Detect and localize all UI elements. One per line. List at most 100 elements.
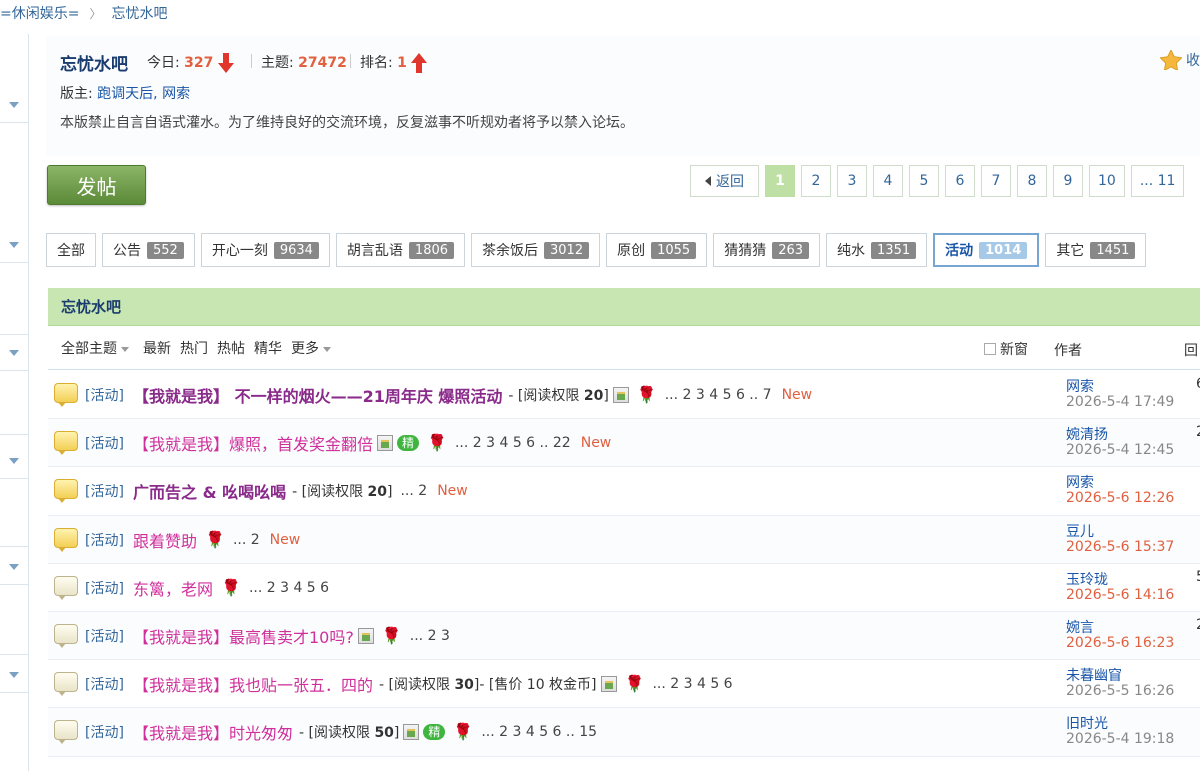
new-window-toggle[interactable]: 新窗 [984,339,1028,359]
thread-type-link[interactable]: [活动] [85,385,124,405]
folder-icon[interactable] [54,383,78,407]
filter-hot-posts[interactable]: 热帖 [217,338,245,358]
thread-type-link[interactable]: [活动] [85,626,124,646]
chevron-down-icon[interactable] [9,350,19,356]
thread-type-link[interactable]: [活动] [85,722,124,742]
thread-page-links[interactable]: ... 2 3 [410,628,450,644]
left-sidebar [0,34,29,771]
new-post-button[interactable]: 发帖 [47,165,146,205]
new-badge[interactable]: New [270,532,301,548]
thread-page-links[interactable]: ... 2 3 4 5 6 .. 15 [481,724,597,740]
thread-page-links[interactable]: ... 2 [233,532,260,548]
thread-page-links[interactable]: ... 2 3 4 5 6 [652,676,732,692]
page-link[interactable]: 7 [981,165,1011,197]
folder-icon[interactable] [54,527,78,552]
breadcrumb-parent[interactable]: =休闲娱乐= [0,3,79,23]
thread-date: 2026-5-5 16:26 [1066,683,1175,700]
thread-title-link[interactable]: 【我就是我】 不一样的烟火——21周年庆 爆照活动 [133,383,502,407]
chevron-down-icon[interactable] [9,672,19,678]
page-link[interactable]: 4 [873,165,903,197]
thread-page-links[interactable]: ... 2 [400,483,427,499]
checkbox[interactable] [984,343,996,355]
folder-icon[interactable] [54,672,78,697]
thread-date: 2026-5-6 15:37 [1066,538,1175,555]
thread-meta: - [阅读权限 30]- [售价 10 枚金币] [379,674,597,694]
category-count-badge: 9634 [273,241,319,259]
page-link[interactable]: 5 [909,165,939,197]
folder-icon[interactable] [54,479,78,504]
favorite-button[interactable]: 收 [1160,50,1200,70]
chevron-down-icon[interactable] [9,242,19,248]
filter-hot[interactable]: 热门 [180,338,208,358]
thread-title-link[interactable]: 【我就是我】最高售卖才10吗? [133,624,354,648]
new-badge[interactable]: New [782,387,813,403]
divider [0,584,29,585]
thread-author-link[interactable]: 豆儿 [1066,521,1094,541]
thread-page-links[interactable]: ... 2 3 4 5 6 .. 22 [455,435,571,451]
thread-author-link[interactable]: 婉言 [1066,617,1094,637]
thread-title-link[interactable]: 广而告之 & 吆喝吆喝 [133,479,286,503]
page-link[interactable]: 2 [801,165,831,197]
filter-more[interactable]: 更多 [291,338,331,358]
thread-type-link[interactable]: [活动] [85,530,124,550]
chevron-down-icon[interactable] [9,102,19,108]
thread-author-link[interactable]: 网索 [1066,376,1094,396]
thread-title-link[interactable]: 【我就是我】时光匆匆 [133,720,293,744]
today-value: 327 [184,55,214,71]
rose-icon: 🌹 [636,385,657,404]
folder-icon[interactable] [54,720,78,745]
thread-subject: 【我就是我】时光匆匆 - [阅读权限 50] 精 🌹 ... 2 3 4 5 6 .. … [133,720,597,744]
thread-type-link[interactable]: [活动] [85,481,124,501]
thread-author-link[interactable]: 玉玲珑 [1066,569,1108,589]
category-tab[interactable]: 公告 552 [102,233,195,267]
page-link[interactable]: 1 [765,165,795,197]
category-tab[interactable]: 开心一刻 9634 [200,233,330,267]
thread-author-link[interactable]: 婉清扬 [1066,424,1108,444]
page-link[interactable]: ... 11 [1130,165,1185,197]
category-tab[interactable]: 原创 1055 [606,233,708,267]
thread-author-link[interactable]: 旧时光 [1066,713,1108,733]
thread-type-link[interactable]: [活动] [85,674,124,694]
page-link[interactable]: 9 [1053,165,1083,197]
filter-digest[interactable]: 精华 [254,338,282,358]
moderators-list[interactable]: 跑调天后, 网索 [97,86,190,102]
thread-author-link[interactable]: 未暮幽窅 [1066,665,1122,685]
thread-title-link[interactable]: 【我就是我】爆照，首发奖金翻倍 [133,431,373,455]
category-tab[interactable]: 全部 [46,233,96,267]
thread-type-link[interactable]: [活动] [85,578,124,598]
new-badge[interactable]: New [437,483,468,499]
chevron-down-icon[interactable] [9,458,19,464]
category-tab[interactable]: 纯水 1351 [826,233,928,267]
category-tab[interactable]: 其它 1451 [1045,233,1147,267]
folder-icon[interactable] [54,575,78,600]
filter-all-topics[interactable]: 全部主题 [61,338,129,358]
caret-down-icon [121,346,129,352]
category-tab[interactable]: 活动 1014 [933,233,1040,267]
thread-title-link[interactable]: 东篱，老网 [133,576,213,600]
filter-latest[interactable]: 最新 [143,338,171,358]
category-tab-label: 胡言乱语 [346,243,403,259]
thread-title-link[interactable]: 跟着赞助 [133,528,197,552]
thread-title-link[interactable]: 【我就是我】我也贴一张五．四的 [133,672,373,696]
breadcrumb-current[interactable]: 忘忧水吧 [111,3,167,23]
folder-icon[interactable] [54,431,78,456]
category-tab[interactable]: 胡言乱语 1806 [335,233,466,267]
thread-page-links[interactable]: ... 2 3 4 5 6 .. 7 [665,387,772,403]
page-link[interactable]: 8 [1017,165,1047,197]
page-link[interactable]: 6 [945,165,975,197]
triangle-left-icon [705,176,711,186]
chevron-down-icon[interactable] [9,564,19,570]
page-link[interactable]: 10 [1089,165,1125,197]
thread-type-link[interactable]: [活动] [85,433,124,453]
folder-icon[interactable] [54,623,78,648]
category-count-badge: 1451 [1090,241,1136,259]
back-button[interactable]: 返回 [690,165,759,197]
divider [0,478,29,479]
thread-subject: 【我就是我】 不一样的烟火——21周年庆 爆照活动 - [阅读权限 20] 🌹...… [133,383,812,407]
thread-page-links[interactable]: ... 2 3 4 5 6 [249,580,329,596]
thread-author-link[interactable]: 网索 [1066,472,1094,492]
new-badge[interactable]: New [581,435,612,451]
category-tab[interactable]: 茶余饭后 3012 [471,233,601,267]
page-link[interactable]: 3 [837,165,867,197]
category-tab[interactable]: 猜猜猜 263 [713,233,821,267]
